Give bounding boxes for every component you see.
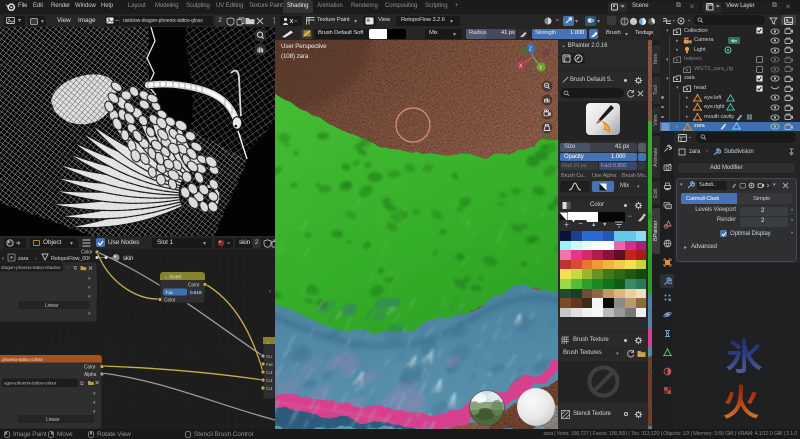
svg-text:Ou: Ou	[266, 354, 272, 359]
svg-text:agon-phoenix-tattoo-colour: agon-phoenix-tattoo-colour	[4, 381, 57, 386]
svg-text:Alpha: Alpha	[84, 372, 97, 378]
svg-text:♡: ♡	[66, 266, 71, 272]
svg-text:User Perspective: User Perspective	[281, 43, 327, 50]
svg-text:‹: ‹	[269, 289, 271, 295]
svg-text:Fac: Fac	[166, 290, 174, 296]
svg-text:Color: Color	[188, 283, 200, 289]
svg-text:Color: Color	[164, 298, 176, 304]
svg-text:⧉: ⧉	[80, 381, 84, 387]
svg-text:⧉: ⧉	[74, 266, 78, 272]
svg-text:0.619: 0.619	[190, 290, 202, 296]
svg-text:skin: skin	[123, 256, 133, 262]
svg-text:Col: Col	[266, 386, 272, 391]
svg-text:(108) zara: (108) zara	[281, 53, 309, 60]
svg-text:Col: Col	[266, 370, 272, 375]
svg-text:‹: ‹	[2, 256, 4, 262]
svg-text:RetopoFlow_00f: RetopoFlow_00f	[51, 256, 90, 262]
svg-text:Linear: Linear	[46, 417, 60, 423]
svg-text:Color: Color	[81, 250, 93, 256]
svg-text:Color: Color	[84, 365, 96, 371]
svg-text:⌄: ⌄	[266, 340, 270, 345]
svg-text:phoenix-tattoo colour: phoenix-tattoo colour	[2, 357, 43, 362]
svg-text:zara: zara	[18, 256, 29, 262]
svg-text:dragon-phoenix-tattoo-shadow: dragon-phoenix-tattoo-shadow	[1, 265, 61, 270]
svg-text:Linear: Linear	[45, 303, 59, 309]
svg-text:Fac: Fac	[266, 362, 274, 367]
svg-text:Z: Z	[529, 46, 532, 52]
svg-text:⌄ Invert: ⌄ Invert	[164, 275, 182, 281]
svg-text:Col: Col	[266, 378, 272, 383]
svg-text:›: ›	[35, 256, 37, 262]
